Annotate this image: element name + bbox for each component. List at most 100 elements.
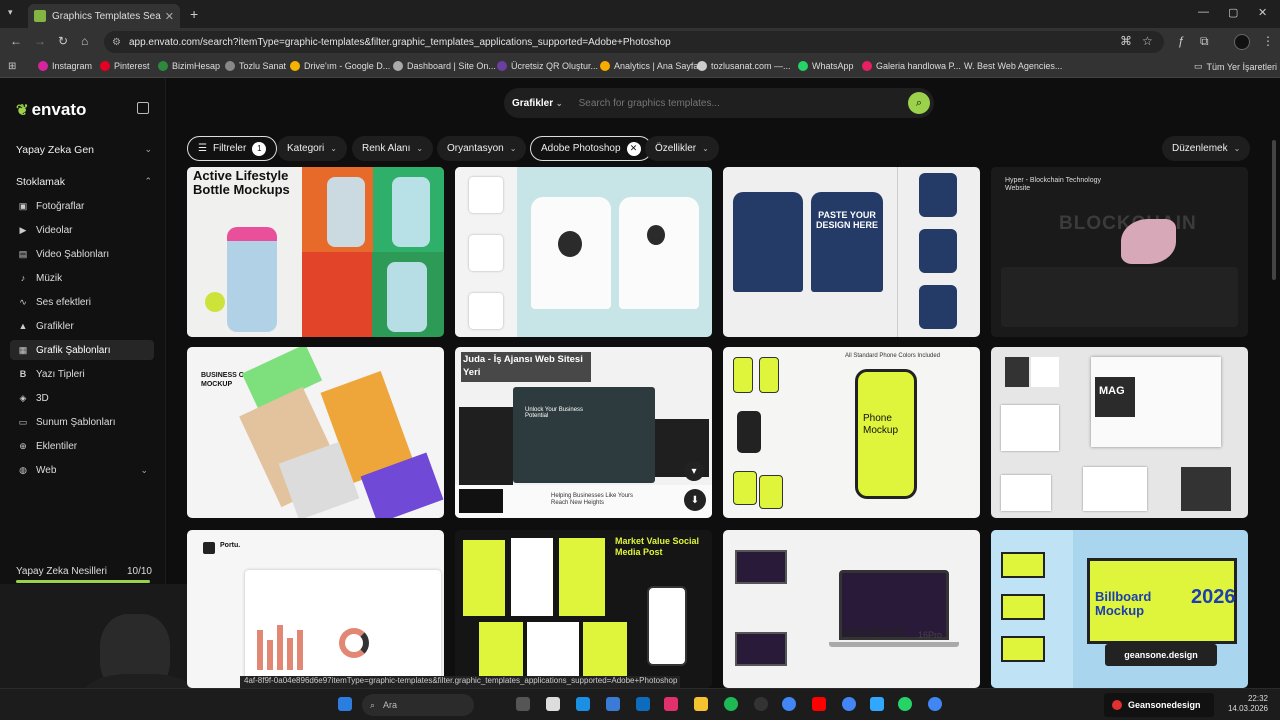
outlook-icon[interactable] <box>636 697 650 711</box>
windows-start-icon[interactable] <box>338 697 352 711</box>
edge-icon[interactable] <box>576 697 590 711</box>
result-card-tshirt-mockup-white[interactable] <box>455 167 712 337</box>
apps-grid-icon[interactable]: ⊞ <box>8 61 16 72</box>
ai-search-button[interactable]: ⌕ <box>908 92 930 114</box>
tab-list-icon[interactable]: ▾ <box>8 7 13 18</box>
forward-icon[interactable]: → <box>34 34 46 48</box>
browser-tab[interactable]: Graphics Templates Search - En ✕ <box>28 4 180 28</box>
menu-icon[interactable]: ⋮ <box>1262 34 1274 48</box>
bookmark-item[interactable]: Ücretsiz QR Oluştur... <box>497 61 598 71</box>
sidebar-collapse-icon[interactable] <box>137 102 149 114</box>
envato-logo[interactable]: ❦ envato <box>16 100 86 120</box>
result-card-magazine-mockup[interactable]: MAG <box>991 347 1248 518</box>
taskbar-search[interactable]: ⌕ Ara <box>362 694 474 716</box>
sidebar-item-plugins[interactable]: ⊕ Eklentiler <box>10 436 154 456</box>
bookmark-item[interactable]: Instagram <box>38 61 92 71</box>
bookmark-item[interactable]: Dashboard | Site On... <box>393 61 496 71</box>
active-filter-photoshop[interactable]: Adobe Photoshop ✕ <box>530 136 652 161</box>
bookmark-item[interactable]: BizimHesap <box>158 61 220 71</box>
sidebar-section-stock[interactable]: Stoklamak ⌃ <box>16 176 152 188</box>
sidebar-section-ai-gen[interactable]: Yapay Zeka Gen ⌄ <box>16 144 152 156</box>
translate-icon[interactable]: ⌘ <box>1120 34 1132 48</box>
sidebar-item-presentation-templates[interactable]: ▭ Sunum Şablonları <box>10 412 154 432</box>
bookmark-item[interactable]: W. Best Web Agencies... <box>964 61 1062 71</box>
bookmark-item[interactable]: Tozlu Sanat <box>225 61 286 71</box>
result-card-market-social-post[interactable]: Market Value Social Media Post <box>455 530 712 688</box>
result-card-juda-agency[interactable]: Unlock Your Business Potential Helping B… <box>455 347 712 518</box>
file-explorer-icon[interactable] <box>694 697 708 711</box>
social-post-image <box>463 540 505 616</box>
bookmark-item[interactable]: tozlusanat.com —... <box>697 61 791 71</box>
bookmark-item[interactable]: Drive'ım - Google D... <box>290 61 390 71</box>
bookmark-item[interactable]: Analytics | Ana Sayfa <box>600 61 698 71</box>
taskbar-clock[interactable]: 22:32 14.03.2026 <box>1226 694 1268 715</box>
sidebar-item-video-templates[interactable]: ▤ Video Şablonları <box>10 244 154 264</box>
sidebar-item-3d[interactable]: ◈ 3D <box>10 388 154 408</box>
features-filter[interactable]: Özellikler ⌄ <box>645 136 719 161</box>
chrome-icon[interactable] <box>782 697 796 711</box>
sidebar-item-graphics[interactable]: ▲ Grafikler <box>10 316 154 336</box>
store-icon[interactable] <box>606 697 620 711</box>
site-info-icon[interactable]: ⚙ <box>112 37 121 48</box>
new-tab-icon[interactable]: + <box>190 6 198 22</box>
search-input[interactable] <box>578 97 908 109</box>
sidebar-item-music[interactable]: ♪ Müzik <box>10 268 154 288</box>
result-card-bottle-mockups[interactable]: Active Lifestyle Bottle Mockups <box>187 167 444 337</box>
app-icon[interactable] <box>546 697 560 711</box>
result-card-billboard-mockup[interactable]: Billboard Mockup 2026 geansone.design <box>991 530 1248 688</box>
search-category-select[interactable]: Grafikler ⌄ <box>512 98 563 109</box>
bookmark-item[interactable]: Pinterest <box>100 61 150 71</box>
result-card-macbook-mockup[interactable]: MacBook 16Pro <box>723 530 980 688</box>
app-icon[interactable] <box>754 697 768 711</box>
result-card-tshirt-mockup-navy[interactable]: PASTE YOUR DESIGN HERE <box>723 167 980 337</box>
whatsapp-icon[interactable] <box>898 697 912 711</box>
filters-button[interactable]: ☰ Filtreler 1 <box>187 136 278 161</box>
illustrator-icon[interactable] <box>812 697 826 711</box>
bookmark-item[interactable]: Galeria handlowa P... <box>862 61 961 71</box>
back-icon[interactable]: ← <box>10 34 22 48</box>
all-bookmarks-folder[interactable]: ▭ Tüm Yer İşaretleri <box>1194 61 1277 72</box>
chart-bar <box>287 638 293 670</box>
sidebar-item-photos[interactable]: ▣ Fotoğraflar <box>10 196 154 216</box>
close-window-icon[interactable]: ✕ <box>1258 6 1267 19</box>
ai-generations-counter[interactable]: Yapay Zeka Nesilleri 10/10 <box>16 566 152 577</box>
bookmark-favicon-icon <box>225 61 235 71</box>
result-card-blockchain-website[interactable]: Hyper - Blockchain Technology Website BL… <box>991 167 1248 337</box>
home-icon[interactable]: ⌂ <box>81 34 88 48</box>
result-card-portu-dashboard[interactable]: Portu. <box>187 530 444 688</box>
sidebar-item-web[interactable]: ◍ Web ⌄ <box>10 460 154 480</box>
bookmark-icon[interactable]: ▾ <box>684 461 704 481</box>
maximize-icon[interactable]: ▢ <box>1228 6 1238 19</box>
task-view-icon[interactable] <box>516 697 530 711</box>
sidebar-item-graphic-templates[interactable]: ▦ Grafik Şablonları <box>10 340 154 360</box>
instagram-icon[interactable] <box>664 697 678 711</box>
chrome-icon[interactable] <box>928 697 942 711</box>
color-space-filter[interactable]: Renk Alanı ⌄ <box>352 136 434 161</box>
reload-icon[interactable]: ↻ <box>58 34 68 48</box>
extension-f-icon[interactable]: ƒ <box>1178 34 1185 48</box>
category-filter[interactable]: Kategori ⌄ <box>277 136 347 161</box>
bookmark-favicon-icon <box>158 61 168 71</box>
minimize-icon[interactable]: — <box>1198 6 1209 18</box>
sidebar-item-videos[interactable]: ▶ Videolar <box>10 220 154 240</box>
sidebar-item-sound-effects[interactable]: ∿ Ses efektleri <box>10 292 154 312</box>
sort-dropdown[interactable]: Düzenlemek ⌄ <box>1162 136 1251 161</box>
bookmark-item[interactable]: WhatsApp <box>798 61 854 71</box>
chevron-down-icon: ⌄ <box>702 144 709 153</box>
profile-avatar[interactable] <box>1234 34 1250 50</box>
remove-filter-icon[interactable]: ✕ <box>626 141 641 156</box>
spotify-icon[interactable] <box>724 697 738 711</box>
result-card-phone-mockup[interactable]: All Standard Phone Colors Included Phone… <box>723 347 980 518</box>
download-icon[interactable]: ⬇ <box>684 489 706 511</box>
extensions-icon[interactable]: ⧉ <box>1200 34 1209 49</box>
hero-text: Unlock Your Business Potential <box>525 407 584 419</box>
photoshop-icon[interactable] <box>870 697 884 711</box>
address-bar[interactable]: ⚙ app.envato.com/search?itemType=graphic… <box>104 31 1164 53</box>
bookmark-star-icon[interactable]: ☆ <box>1142 34 1153 48</box>
close-tab-icon[interactable]: ✕ <box>165 10 174 23</box>
sidebar-item-fonts[interactable]: B Yazı Tipleri <box>10 364 154 384</box>
orientation-filter[interactable]: Oryantasyon ⌄ <box>437 136 527 161</box>
chrome-icon[interactable] <box>842 697 856 711</box>
page-scrollbar[interactable] <box>1272 140 1276 280</box>
result-card-business-card[interactable]: BUSINESS CARD MOCKUP <box>187 347 444 518</box>
